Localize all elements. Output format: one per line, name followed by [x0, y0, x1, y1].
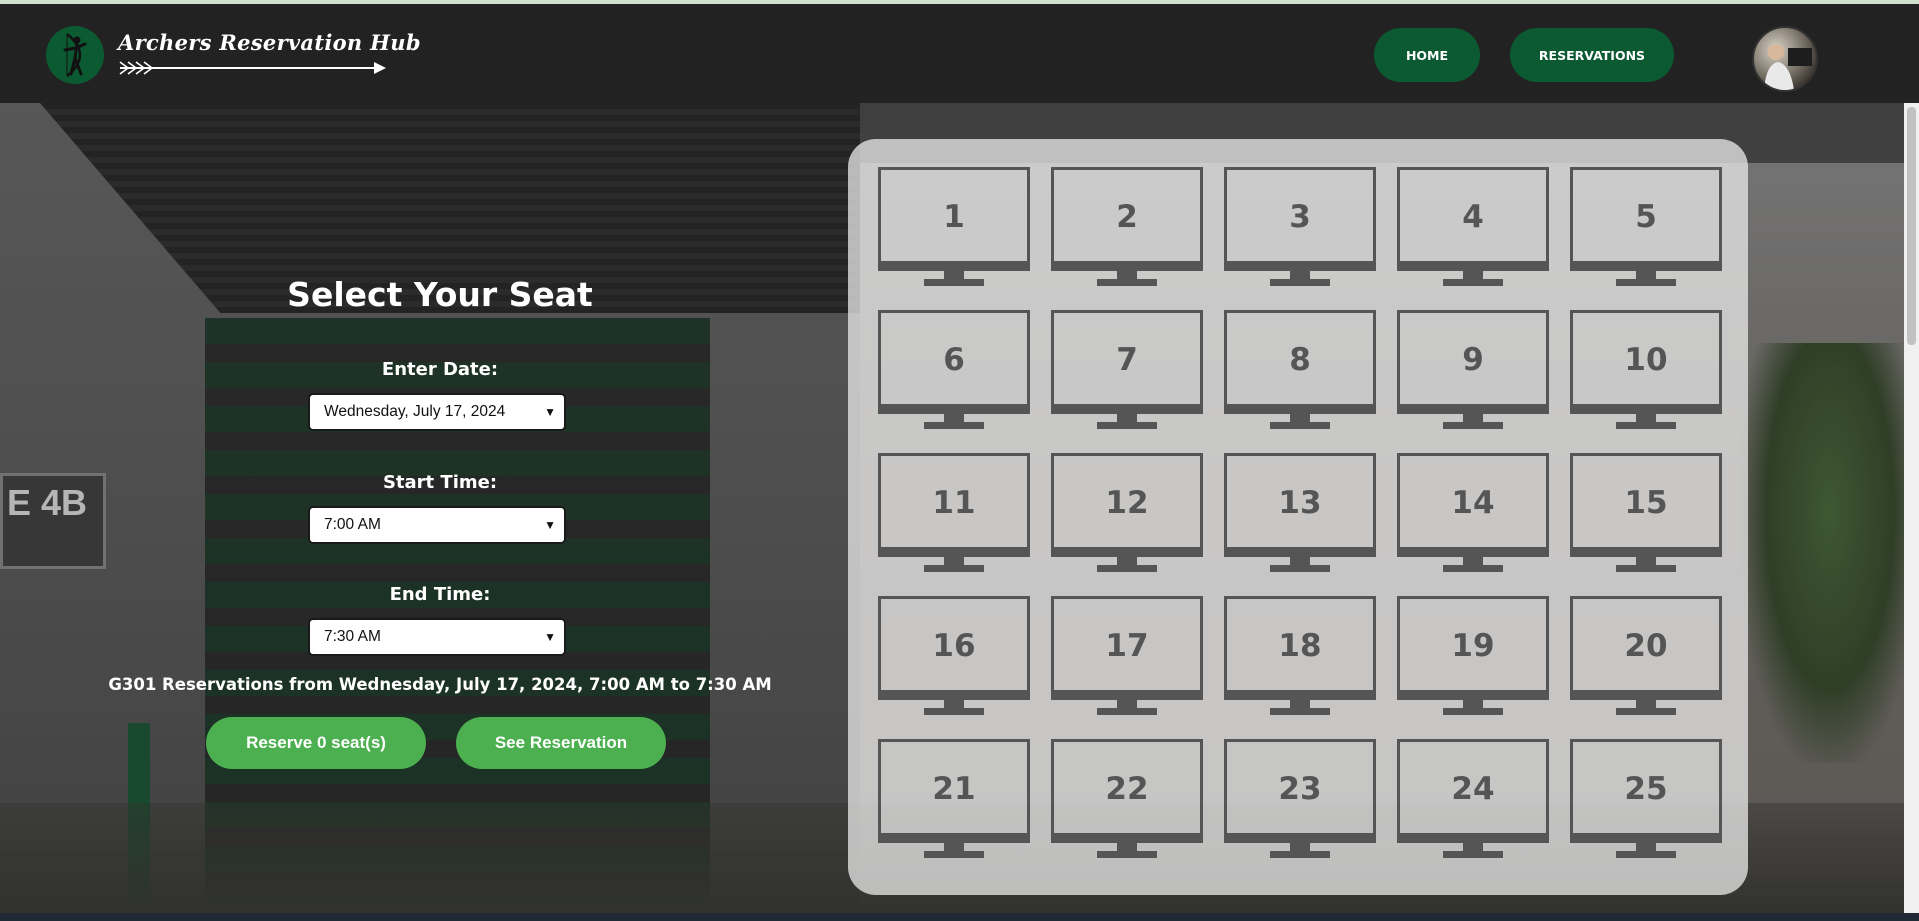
- end-time-value: 7:30 AM: [324, 628, 381, 645]
- profile-photo: [1764, 44, 1812, 90]
- seat-number: 25: [1624, 771, 1668, 807]
- seat-number: 5: [1635, 199, 1657, 235]
- chevron-down-icon: ▼: [544, 405, 556, 419]
- seat-1[interactable]: 1: [878, 167, 1030, 291]
- reserve-button[interactable]: Reserve 0 seat(s): [206, 717, 426, 769]
- app-page: E 4B Archers Reservation Hub HOME RESERV…: [0, 0, 1919, 921]
- seat-number: 8: [1289, 342, 1311, 378]
- seat-number: 12: [1105, 485, 1149, 521]
- seat-24[interactable]: 24: [1397, 739, 1549, 863]
- seat-number: 6: [943, 342, 965, 378]
- seat-16[interactable]: 16: [878, 596, 1030, 720]
- seat-23[interactable]: 23: [1224, 739, 1376, 863]
- seat-7[interactable]: 7: [1051, 310, 1203, 434]
- reservation-form: Select Your Seat Enter Date: Wednesday, …: [100, 103, 780, 913]
- seat-8[interactable]: 8: [1224, 310, 1376, 434]
- chevron-down-icon: ▼: [544, 630, 556, 644]
- seat-number: 15: [1624, 485, 1668, 521]
- arrow-icon: [119, 61, 386, 75]
- nav-home-button[interactable]: HOME: [1374, 28, 1480, 82]
- seat-number: 22: [1105, 771, 1149, 807]
- seat-number: 19: [1451, 628, 1495, 664]
- avatar[interactable]: [1752, 26, 1818, 92]
- start-time-value: 7:00 AM: [324, 516, 381, 533]
- seat-number: 1: [943, 199, 965, 235]
- page-scrollbar[interactable]: [1904, 103, 1919, 913]
- seat-14[interactable]: 14: [1397, 453, 1549, 577]
- start-time-select[interactable]: 7:00 AM ▼: [308, 506, 566, 544]
- seat-19[interactable]: 19: [1397, 596, 1549, 720]
- seat-13[interactable]: 13: [1224, 453, 1376, 577]
- chevron-down-icon: ▼: [544, 518, 556, 532]
- logo[interactable]: Archers Reservation Hub: [46, 24, 420, 86]
- end-time-select[interactable]: 7:30 AM ▼: [308, 618, 566, 656]
- seat-11[interactable]: 11: [878, 453, 1030, 577]
- seat-number: 20: [1624, 628, 1668, 664]
- seat-number: 3: [1289, 199, 1311, 235]
- seat-4[interactable]: 4: [1397, 167, 1549, 291]
- seat-2[interactable]: 2: [1051, 167, 1203, 291]
- seat-number: 10: [1624, 342, 1668, 378]
- seat-6[interactable]: 6: [878, 310, 1030, 434]
- scrollbar-thumb[interactable]: [1907, 107, 1916, 345]
- seat-25[interactable]: 25: [1570, 739, 1722, 863]
- seat-21[interactable]: 21: [878, 739, 1030, 863]
- seat-number: 24: [1451, 771, 1495, 807]
- seat-10[interactable]: 10: [1570, 310, 1722, 434]
- seat-number: 14: [1451, 485, 1495, 521]
- seat-3[interactable]: 3: [1224, 167, 1376, 291]
- seat-17[interactable]: 17: [1051, 596, 1203, 720]
- seat-number: 9: [1462, 342, 1484, 378]
- seat-grid: 1 2 3 4 5 6 7 8 9 10 11 12 13 14 15 16 17 18 19 20 21 22 23 24 2…: [848, 139, 1748, 895]
- start-time-label: Start Time:: [382, 472, 498, 493]
- seat-number: 2: [1116, 199, 1138, 235]
- seat-number: 7: [1116, 342, 1138, 378]
- reservation-summary: G301 Reservations from Wednesday, July 1…: [108, 675, 772, 694]
- date-label: Enter Date:: [381, 359, 499, 380]
- seat-number: 23: [1278, 771, 1322, 807]
- seat-5[interactable]: 5: [1570, 167, 1722, 291]
- seat-12[interactable]: 12: [1051, 453, 1203, 577]
- page-title: Select Your Seat: [287, 275, 593, 314]
- seat-number: 17: [1105, 628, 1149, 664]
- seat-9[interactable]: 9: [1397, 310, 1549, 434]
- seat-number: 11: [932, 485, 976, 521]
- navbar: Archers Reservation Hub HOME RESERVATION…: [0, 4, 1919, 103]
- brand-name: Archers Reservation Hub: [118, 30, 421, 55]
- see-reservation-button[interactable]: See Reservation: [456, 717, 666, 769]
- nav-reservations-button[interactable]: RESERVATIONS: [1510, 28, 1674, 82]
- seat-20[interactable]: 20: [1570, 596, 1722, 720]
- seat-number: 16: [932, 628, 976, 664]
- seat-number: 21: [932, 771, 976, 807]
- seat-number: 4: [1462, 199, 1484, 235]
- archer-icon: [46, 26, 104, 84]
- taskbar-edge: [0, 913, 1919, 921]
- seat-15[interactable]: 15: [1570, 453, 1722, 577]
- date-select-value: Wednesday, July 17, 2024: [324, 403, 506, 420]
- seat-number: 18: [1278, 628, 1322, 664]
- end-time-label: End Time:: [389, 584, 491, 605]
- seat-22[interactable]: 22: [1051, 739, 1203, 863]
- brand: Archers Reservation Hub: [118, 24, 420, 86]
- date-select[interactable]: Wednesday, July 17, 2024 ▼: [308, 393, 566, 431]
- seat-number: 13: [1278, 485, 1322, 521]
- seat-18[interactable]: 18: [1224, 596, 1376, 720]
